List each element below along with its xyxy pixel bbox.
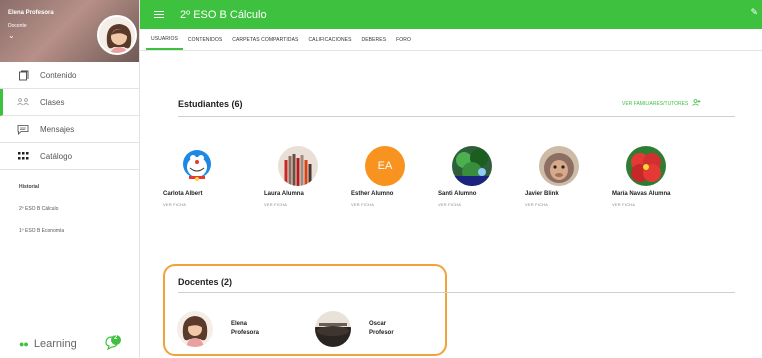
menu-icon[interactable] bbox=[154, 9, 164, 20]
student-avatar bbox=[278, 146, 318, 186]
view-profile-link[interactable]: VER FICHA bbox=[525, 202, 615, 207]
user-role: Docente bbox=[8, 23, 27, 29]
tab-bar: USUARIOS CONTENIDOS CARPETAS COMPARTIDAS… bbox=[140, 29, 762, 51]
view-profile-link[interactable]: VER FICHA bbox=[612, 202, 722, 207]
student-avatar bbox=[177, 146, 217, 186]
student-card[interactable]: EA Esther Alumno VER FICHA bbox=[351, 146, 441, 207]
teachers-title: Docentes (2) bbox=[178, 277, 233, 287]
tab-calificaciones[interactable]: CALIFICACIONES bbox=[303, 29, 356, 50]
student-avatar bbox=[452, 146, 492, 186]
teacher-name: Oscar Profesor bbox=[369, 320, 394, 338]
topbar: 2º ESO B Cálculo ✎ USUARIOS CONTENIDOS C… bbox=[140, 0, 762, 51]
catalog-icon bbox=[16, 149, 30, 163]
view-profile-link[interactable]: VER FICHA bbox=[438, 202, 528, 207]
brand-dots-icon: ●● bbox=[19, 339, 29, 349]
view-profile-link[interactable]: VER FICHA bbox=[264, 202, 354, 207]
view-profile-link[interactable]: VER FICHA bbox=[351, 202, 441, 207]
messages-icon bbox=[16, 122, 30, 136]
student-card[interactable]: Carlota Albert VER FICHA bbox=[163, 146, 253, 207]
page-title: 2º ESO B Cálculo bbox=[180, 8, 267, 21]
student-name: Laura Alumna bbox=[264, 191, 304, 197]
history-item[interactable]: 1º ESO B Economía bbox=[19, 228, 139, 234]
students-title: Estudiantes (6) bbox=[178, 99, 243, 109]
divider bbox=[178, 116, 735, 117]
history-section: Historial 2º ESO B Cálculo 1º ESO B Econ… bbox=[0, 184, 139, 234]
tab-carpetas-compartidas[interactable]: CARPETAS COMPARTIDAS bbox=[227, 29, 303, 50]
tab-usuarios[interactable]: USUARIOS bbox=[146, 29, 183, 50]
teacher-last-name: Profesor bbox=[369, 330, 394, 336]
student-name: Carlota Albert bbox=[163, 191, 203, 197]
sidebar-item-clases[interactable]: Clases bbox=[0, 89, 139, 116]
teacher-avatar bbox=[177, 311, 213, 347]
student-avatar bbox=[626, 146, 666, 186]
sidebar-item-label: Clases bbox=[40, 97, 65, 107]
student-name: Santi Alumno bbox=[438, 191, 477, 197]
student-initials-avatar: EA bbox=[365, 146, 405, 186]
user-name: Elena Profesora bbox=[8, 10, 54, 16]
header-bar: 2º ESO B Cálculo ✎ bbox=[140, 0, 762, 29]
tab-contenidos[interactable]: CONTENIDOS bbox=[183, 29, 227, 50]
family-link[interactable]: VER FAMILIARES/TUTORES bbox=[622, 99, 701, 108]
history-title: Historial bbox=[19, 184, 40, 190]
brand-logo: ●● Learning bbox=[19, 338, 77, 350]
student-avatar bbox=[539, 146, 579, 186]
profile-header[interactable]: Elena Profesora Docente ⌄ bbox=[0, 0, 139, 62]
sidebar-item-label: Contenido bbox=[40, 70, 77, 80]
teacher-card[interactable]: Oscar Profesor bbox=[315, 311, 394, 347]
chevron-down-icon[interactable]: ⌄ bbox=[8, 32, 15, 40]
student-name: María Navas Alumna bbox=[612, 191, 671, 197]
teacher-first-name: Elena bbox=[231, 321, 248, 327]
view-profile-link[interactable]: VER FICHA bbox=[163, 202, 253, 207]
avatar bbox=[97, 15, 137, 55]
sidebar-item-catalogo[interactable]: Catálogo bbox=[0, 143, 139, 170]
student-initials: EA bbox=[377, 160, 393, 172]
sidebar-item-contenido[interactable]: Contenido bbox=[0, 62, 139, 89]
teacher-name: Elena Profesora bbox=[231, 320, 259, 338]
teacher-card[interactable]: Elena Profesora bbox=[177, 311, 259, 347]
student-name: Esther Alumno bbox=[351, 191, 394, 197]
sidebar: Elena Profesora Docente ⌄ Contenido Clas… bbox=[0, 0, 140, 358]
tab-foro[interactable]: FORO bbox=[391, 29, 416, 50]
content-icon bbox=[16, 68, 30, 82]
teacher-first-name: Oscar bbox=[369, 321, 387, 327]
edit-icon[interactable]: ✎ bbox=[750, 7, 758, 18]
student-card[interactable]: María Navas Alumna VER FICHA bbox=[612, 146, 722, 207]
teacher-avatar bbox=[315, 311, 351, 347]
teacher-last-name: Profesora bbox=[231, 330, 260, 336]
sidebar-item-mensajes[interactable]: Mensajes bbox=[0, 116, 139, 143]
student-name: Javier Blink bbox=[525, 191, 559, 197]
student-card[interactable]: Santi Alumno VER FICHA bbox=[438, 146, 528, 207]
family-link-label: VER FAMILIARES/TUTORES bbox=[622, 100, 689, 107]
chat-icon[interactable]: 2 bbox=[104, 334, 122, 352]
divider bbox=[178, 292, 735, 293]
classes-icon bbox=[16, 95, 30, 109]
tab-deberes[interactable]: DEBERES bbox=[357, 29, 392, 50]
student-card[interactable]: Javier Blink VER FICHA bbox=[525, 146, 615, 207]
brand-name: Learning bbox=[33, 338, 77, 350]
sidebar-item-label: Mensajes bbox=[40, 124, 75, 134]
sidebar-item-label: Catálogo bbox=[40, 151, 73, 161]
history-item[interactable]: 2º ESO B Cálculo bbox=[19, 206, 139, 212]
add-family-icon bbox=[692, 99, 701, 108]
student-card[interactable]: Laura Alumna VER FICHA bbox=[264, 146, 354, 207]
chat-badge: 2 bbox=[114, 335, 118, 341]
